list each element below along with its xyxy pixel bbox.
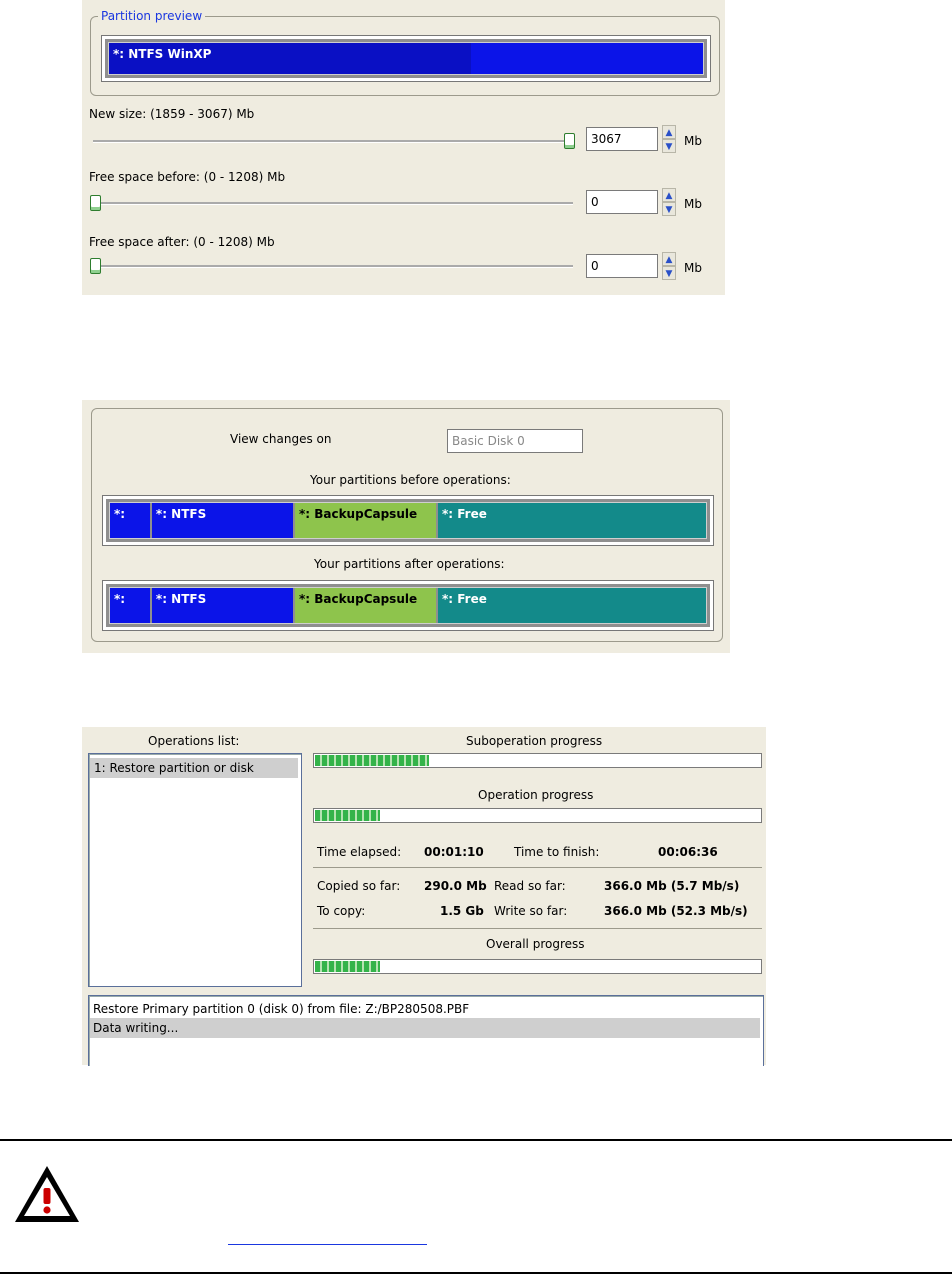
chevron-down-icon[interactable]: ▼: [662, 202, 676, 216]
new-size-label: New size: (1859 - 3067) Mb: [89, 107, 255, 121]
time-elapsed-label: Time elapsed:: [317, 845, 402, 859]
operation-progress-bar: [313, 808, 762, 823]
operations-list[interactable]: 1: Restore partition or disk: [88, 753, 302, 987]
before-partition-2[interactable]: *: BackupCapsule: [294, 503, 436, 538]
hyperlink-underline[interactable]: [228, 1244, 427, 1245]
chevron-up-icon[interactable]: ▲: [662, 125, 676, 139]
chevron-down-icon[interactable]: ▼: [662, 139, 676, 153]
after-title: Your partitions after operations:: [314, 557, 505, 571]
new-size-spinner[interactable]: ▲ ▼: [662, 125, 676, 155]
time-to-finish-label: Time to finish:: [514, 845, 600, 859]
stats-divider: [313, 867, 762, 868]
partition-preview-label: *: NTFS WinXP: [113, 47, 212, 61]
new-size-slider-track[interactable]: [93, 140, 573, 143]
to-copy-label: To copy:: [317, 904, 366, 918]
after-partition-1[interactable]: *: NTFS: [151, 588, 293, 623]
free-after-spinner[interactable]: ▲ ▼: [662, 252, 676, 282]
write-value: 366.0 Mb (52.3 Mb/s): [604, 904, 748, 918]
operation-progress-title: Operation progress: [478, 788, 594, 802]
after-partition-3[interactable]: *: Free: [438, 588, 706, 623]
top-rule: [0, 1139, 952, 1141]
warning-icon: [15, 1166, 79, 1222]
copied-value: 290.0 Mb: [424, 879, 487, 893]
new-size-unit: Mb: [684, 134, 702, 148]
free-after-label: Free space after: (0 - 1208) Mb: [89, 235, 275, 249]
before-title: Your partitions before operations:: [310, 473, 511, 487]
write-label: Write so far:: [494, 904, 568, 918]
free-before-slider-thumb[interactable]: [90, 195, 101, 211]
read-label: Read so far:: [494, 879, 566, 893]
free-after-slider-thumb[interactable]: [90, 258, 101, 274]
free-after-unit: Mb: [684, 261, 702, 275]
chevron-up-icon[interactable]: ▲: [662, 188, 676, 202]
to-copy-value: 1.5 Gb: [440, 904, 484, 918]
time-to-finish-value: 00:06:36: [658, 845, 718, 859]
free-after-input[interactable]: 0: [586, 254, 658, 278]
disk-selector[interactable]: Basic Disk 0: [447, 429, 583, 453]
stats-divider-2: [313, 928, 762, 929]
overall-progress-fill: [315, 961, 381, 972]
free-before-unit: Mb: [684, 197, 702, 211]
free-before-label: Free space before: (0 - 1208) Mb: [89, 170, 286, 184]
operations-list-title: Operations list:: [148, 734, 240, 748]
log-line-selected[interactable]: Data writing...: [90, 1018, 760, 1038]
free-after-slider-track[interactable]: [93, 265, 573, 268]
suboperation-progress-title: Suboperation progress: [466, 734, 603, 748]
after-partition-2[interactable]: *: BackupCapsule: [294, 588, 436, 623]
overall-progress-title: Overall progress: [486, 937, 585, 951]
time-elapsed-value: 00:01:10: [424, 845, 484, 859]
free-before-spinner[interactable]: ▲ ▼: [662, 188, 676, 218]
partition-preview-bar: *: NTFS WinXP: [101, 35, 711, 82]
new-size-slider-thumb[interactable]: [564, 133, 575, 149]
after-partition-0[interactable]: *:: [110, 588, 150, 623]
view-changes-label: View changes on: [230, 432, 332, 446]
read-value: 366.0 Mb (5.7 Mb/s): [604, 879, 740, 893]
before-partition-1[interactable]: *: NTFS: [151, 503, 293, 538]
free-before-slider-track[interactable]: [93, 202, 573, 205]
chevron-down-icon[interactable]: ▼: [662, 266, 676, 280]
partition-map-before: *: *: NTFS *: BackupCapsule *: Free: [102, 495, 714, 546]
free-before-input[interactable]: 0: [586, 190, 658, 214]
before-partition-0[interactable]: *:: [110, 503, 150, 538]
copied-label: Copied so far:: [317, 879, 401, 893]
new-size-input[interactable]: 3067: [586, 127, 658, 151]
suboperation-progress-bar: [313, 753, 762, 768]
partition-preview-legend: Partition preview: [98, 9, 206, 23]
bottom-rule: [0, 1272, 952, 1274]
before-partition-3[interactable]: *: Free: [438, 503, 706, 538]
operation-log[interactable]: Restore Primary partition 0 (disk 0) fro…: [88, 995, 764, 1066]
partition-map-after: *: *: NTFS *: BackupCapsule *: Free: [102, 580, 714, 631]
suboperation-progress-fill: [315, 755, 430, 766]
chevron-up-icon[interactable]: ▲: [662, 252, 676, 266]
log-line: Restore Primary partition 0 (disk 0) fro…: [93, 1002, 470, 1016]
overall-progress-bar: [313, 959, 762, 974]
operation-progress-fill: [315, 810, 381, 821]
operations-list-item[interactable]: 1: Restore partition or disk: [90, 758, 298, 778]
